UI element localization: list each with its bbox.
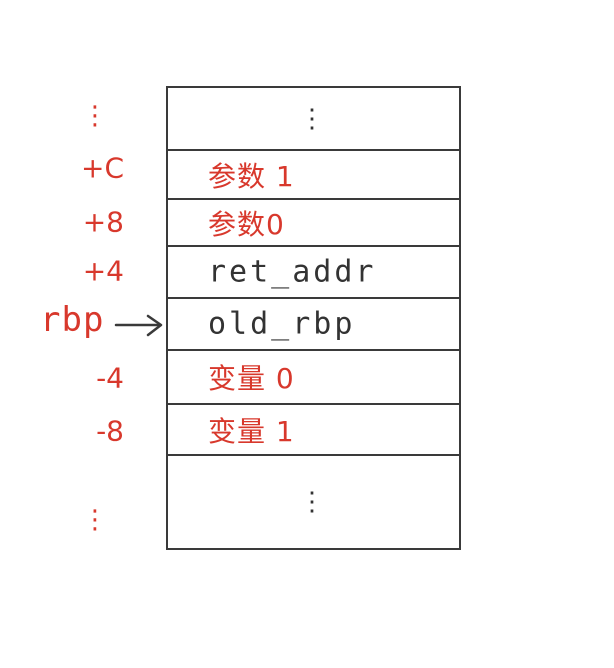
stack-slot-top-ellipsis: ⋮: [168, 88, 459, 151]
stack-frame-diagram: ⋮ 参数 1 参数0 ret_addr old_rbp 变量 0 变量 1 ⋮ …: [0, 0, 614, 668]
slot-label: 参数0: [208, 207, 285, 241]
stack-slot-bottom-ellipsis: ⋮: [168, 456, 459, 548]
stack-slot-param-1: 参数 1: [168, 151, 459, 200]
stack-slot-ret-addr: ret_addr: [168, 247, 459, 299]
slot-label: 参数 1: [208, 159, 295, 193]
slot-label: ret_addr: [208, 254, 377, 290]
slot-label: old_rbp: [208, 306, 356, 342]
offset-plus-4: +4: [82, 254, 124, 288]
stack-slot-var-1: 变量 1: [168, 405, 459, 456]
arrow-head: [146, 314, 163, 337]
slot-label: ⋮: [299, 487, 328, 517]
stack-slot-param-0: 参数0: [168, 200, 459, 247]
offset-bottom-ellipsis: ⋮: [82, 505, 108, 535]
offset-top-ellipsis: ⋮: [82, 101, 108, 131]
stack-slot-old-rbp: old_rbp: [168, 299, 459, 351]
stack-box: ⋮ 参数 1 参数0 ret_addr old_rbp 变量 0 变量 1 ⋮: [166, 86, 461, 550]
rbp-pointer-label: rbp: [40, 300, 105, 340]
slot-label: ⋮: [299, 103, 328, 134]
stack-slot-var-0: 变量 0: [168, 351, 459, 405]
offset-minus-8: -8: [96, 414, 124, 448]
slot-label: 变量 0: [208, 362, 295, 395]
offset-plus-c: +C: [80, 151, 124, 185]
offset-minus-4: -4: [96, 361, 124, 395]
offset-plus-8: +8: [82, 205, 124, 239]
slot-label: 变量 1: [208, 414, 295, 448]
